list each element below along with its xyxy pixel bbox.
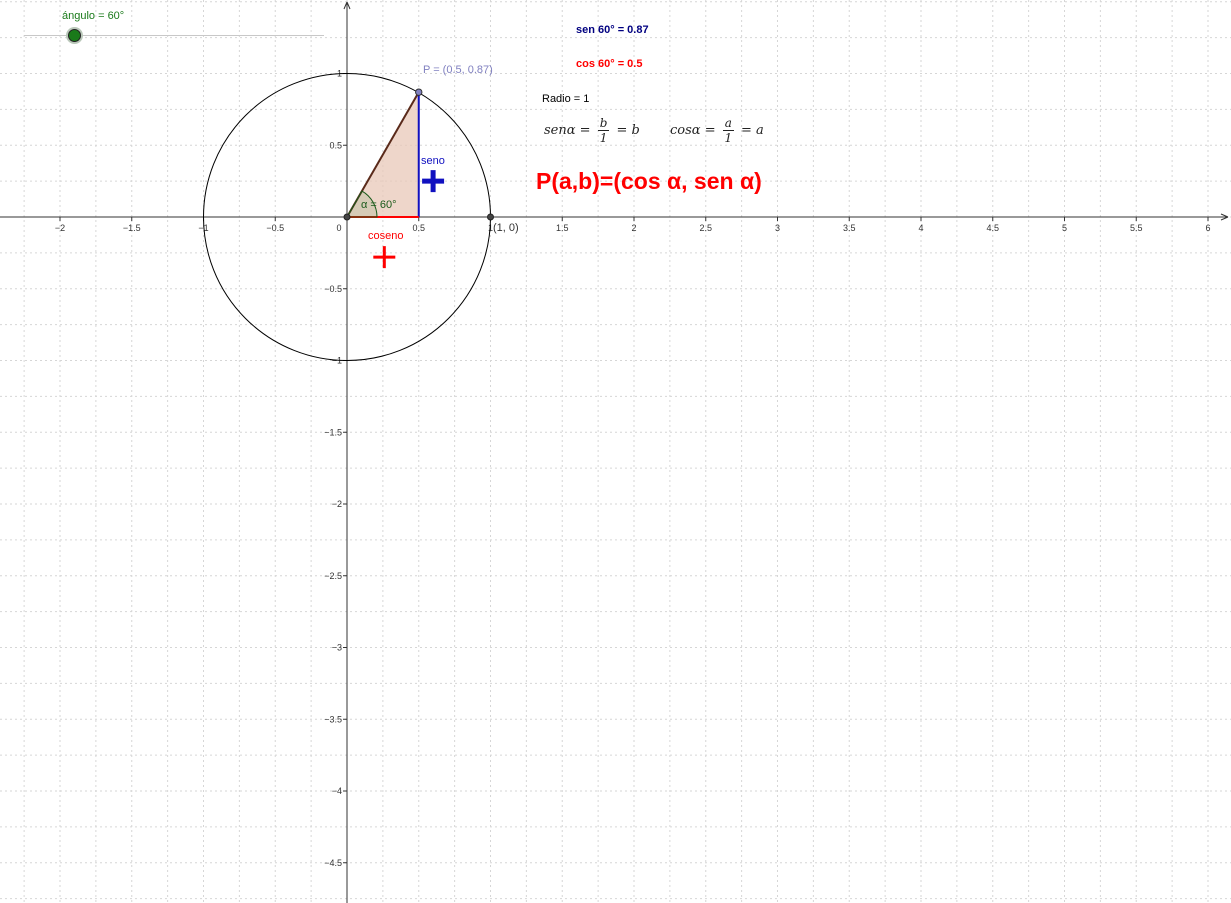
cos-value-text: cos 60° = 0.5: [576, 58, 643, 70]
x-tick-label: 2: [631, 223, 636, 233]
x-tick-label: 3: [775, 223, 780, 233]
point-p-label: P = (0.5, 0.87): [423, 64, 493, 76]
sen-formula-denominator: 1: [599, 131, 608, 145]
point-p: [415, 88, 423, 96]
angle-slider-label: ángulo = 60°: [62, 10, 125, 22]
y-tick-label: −4.5: [324, 858, 342, 868]
seno-label: seno: [421, 155, 445, 167]
x-tick-label: −2: [55, 223, 65, 233]
sen-formula-fraction: b 1: [597, 116, 610, 145]
cos-formula-lhs: cosα =: [670, 123, 716, 138]
x-tick-label: 0.5: [412, 223, 425, 233]
sen-formula-rhs: = b: [616, 123, 640, 138]
y-tick-label: −2: [332, 499, 342, 509]
x-tick-label: 6: [1205, 223, 1210, 233]
y-tick-label: −1.5: [324, 427, 342, 437]
unit-point: [487, 213, 494, 221]
point-coordinates-formula: P(a,b)=(cos α, sen α): [536, 168, 762, 194]
sine-plus-icon: [422, 170, 445, 193]
x-tick-label: 0: [336, 223, 341, 233]
cos-formula-rhs: = a: [741, 123, 764, 138]
y-tick-label: −2.5: [324, 571, 342, 581]
x-tick-label: 4: [918, 223, 923, 233]
x-tick-label: 1.5: [556, 223, 569, 233]
sen-value-text: sen 60° = 0.87: [576, 24, 649, 36]
angle-slider-handle[interactable]: [68, 29, 82, 42]
y-tick-label: −4: [332, 786, 342, 796]
x-tick-label: −1.5: [123, 223, 141, 233]
x-tick-label: 3.5: [843, 223, 856, 233]
x-tick-label: 4.5: [986, 223, 999, 233]
y-tick-label: −0.5: [324, 284, 342, 294]
y-tick-label: −3.5: [324, 714, 342, 724]
sen-formula-numerator: b: [597, 116, 610, 131]
coseno-label: coseno: [368, 230, 404, 242]
cos-formula-numerator: a: [722, 116, 734, 131]
cosine-plus-icon: [373, 246, 396, 269]
x-tick-label: 5.5: [1130, 223, 1143, 233]
origin-point: [343, 213, 351, 221]
cos-formula: cosα = a 1 = a: [670, 116, 764, 145]
x-tick-label: −0.5: [266, 223, 284, 233]
radius-text: Radio = 1: [542, 93, 590, 105]
sen-formula-lhs: senα =: [544, 123, 591, 138]
x-tick-label: 5: [1062, 223, 1067, 233]
angle-label: α = 60°: [361, 199, 397, 211]
unit-point-label: (1, 0): [493, 222, 519, 234]
x-tick-label: 2.5: [699, 223, 712, 233]
cos-formula-denominator: 1: [724, 131, 733, 145]
y-tick-label: −3: [332, 643, 342, 653]
y-tick-label: 0.5: [329, 140, 342, 150]
sen-formula: senα = b 1 = b: [544, 116, 640, 145]
cos-formula-fraction: a 1: [722, 116, 734, 145]
